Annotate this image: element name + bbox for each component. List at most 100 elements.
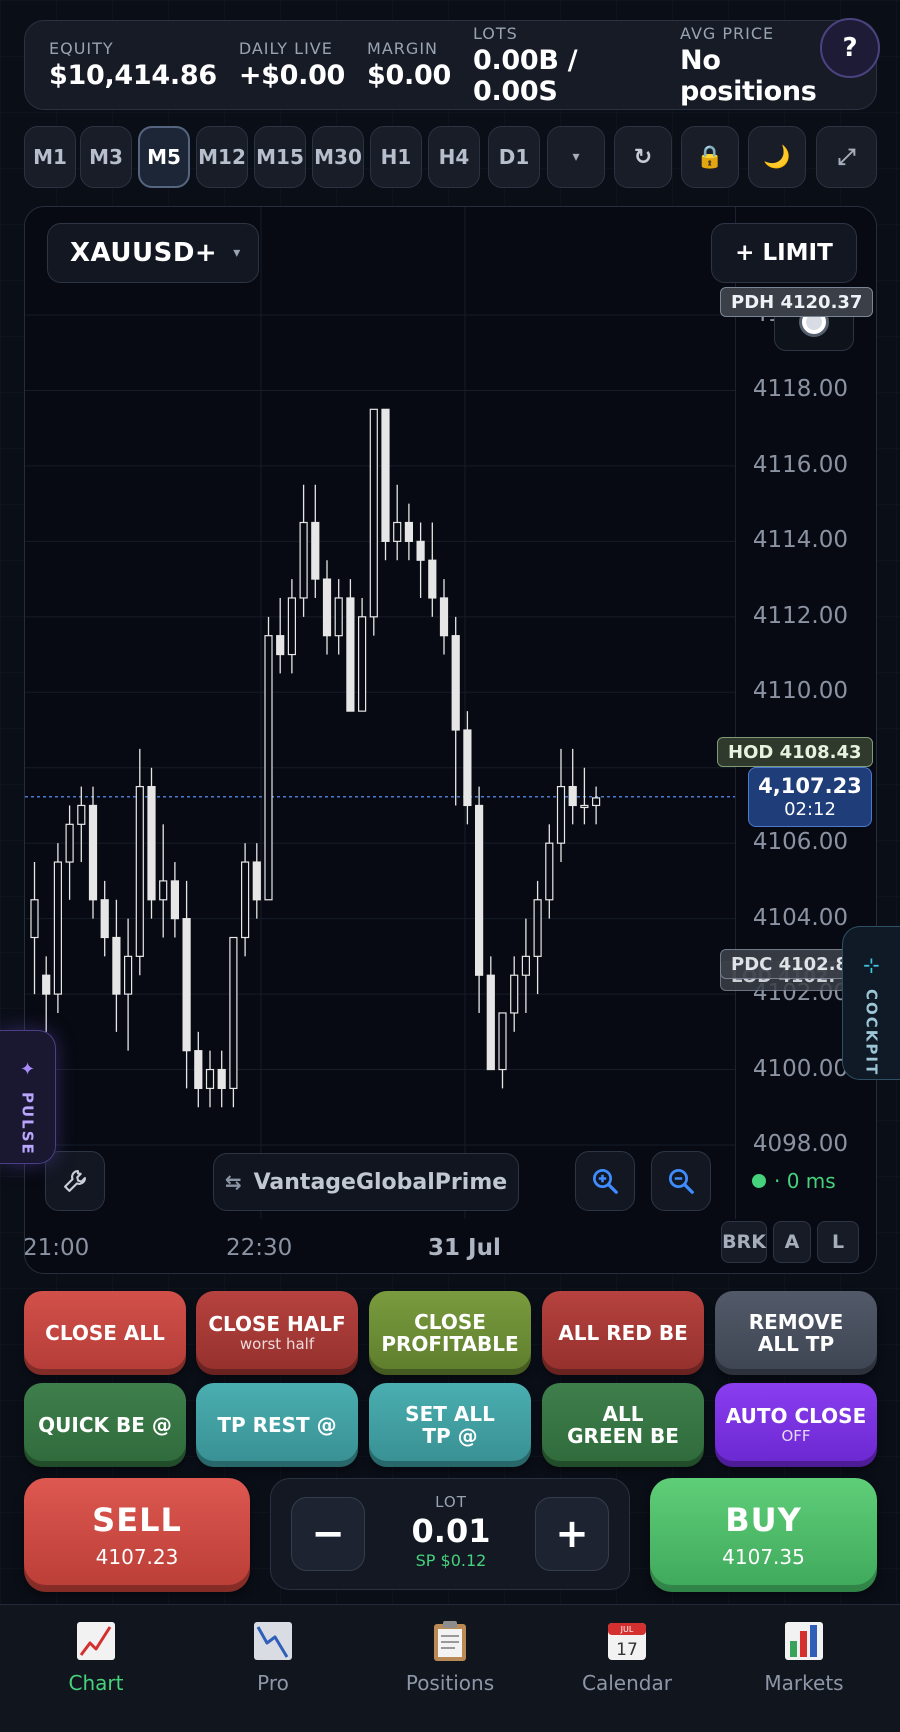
candle-body (322, 578, 332, 637)
timeframe-h1[interactable]: H1 (370, 126, 422, 188)
candlestick-chart[interactable] (25, 207, 735, 1219)
candle (369, 408, 378, 636)
swap-icon: ⇆ (224, 1170, 242, 1194)
auto-close-toggle[interactable]: AUTO CLOSE OFF (715, 1383, 877, 1467)
zoom-in-icon[interactable] (575, 1151, 635, 1211)
calendar-month: JUL (620, 1625, 634, 1634)
nav-calendar[interactable]: JUL 17 Calendar (547, 1619, 707, 1709)
candle-body (545, 842, 554, 901)
buy-label: BUY (725, 1501, 802, 1539)
timeframe-m3[interactable]: M3 (80, 126, 132, 188)
candle-body (591, 797, 601, 807)
nav-positions[interactable]: Positions (370, 1619, 530, 1709)
candle (580, 767, 589, 825)
add-limit-button[interactable]: + LIMIT (711, 223, 857, 283)
daily-live-label: DAILY LIVE (238, 39, 333, 58)
broker-name: VantageGlobalPrime (253, 1169, 508, 1195)
help-button[interactable]: ? (820, 18, 880, 78)
candle-body (252, 861, 261, 901)
tp-rest-button[interactable]: TP REST @ (196, 1383, 358, 1467)
buy-button[interactable]: BUY 4107.35 (650, 1478, 877, 1592)
candle (439, 579, 449, 655)
candle-body (439, 597, 449, 637)
timeframe-h4[interactable]: H4 (428, 126, 480, 188)
pulse-label: PULSE (18, 1092, 37, 1156)
candle (53, 843, 62, 1013)
timeframe-m1[interactable]: M1 (24, 126, 76, 188)
lot-info: LOT 0.01 SP $0.12 (371, 1493, 531, 1570)
timeframe-m30[interactable]: M30 (312, 126, 364, 188)
action-label: SET ALL TP @ (405, 1402, 495, 1448)
pulse-tab[interactable]: ✦ PULSE (0, 1030, 56, 1164)
lot-increase-button[interactable]: + (535, 1497, 609, 1571)
candle (241, 843, 250, 957)
close-half-button[interactable]: CLOSE HALF worst half (196, 1291, 358, 1375)
timeframe-m12[interactable]: M12 (196, 126, 248, 188)
refresh-icon[interactable]: ↻ (614, 126, 672, 188)
candle-body (159, 880, 168, 901)
mode-brk-button[interactable]: BRK (721, 1221, 767, 1263)
candle (100, 880, 109, 957)
cockpit-tab[interactable]: ⊹ COCKPIT (842, 926, 900, 1080)
timeframe-d1[interactable]: D1 (488, 126, 540, 188)
action-label: CLOSE ALL (45, 1321, 165, 1345)
candle (252, 843, 261, 919)
more-timeframes-dropdown[interactable]: ▾ (547, 126, 605, 188)
close-all-button[interactable]: CLOSE ALL (24, 1291, 186, 1375)
lot-value[interactable]: 0.01 (371, 1511, 531, 1551)
candle-body (311, 521, 320, 580)
lock-icon[interactable]: 🔒 (681, 126, 739, 188)
candle-body (568, 785, 577, 807)
lot-decrease-button[interactable]: − (291, 1497, 365, 1571)
sparkle-icon: ✦ (19, 1059, 36, 1080)
candle (451, 616, 460, 806)
candle-body (42, 974, 51, 995)
candle (159, 824, 168, 938)
all-red-be-button[interactable]: ALL RED BE (542, 1291, 704, 1375)
candle-body (533, 899, 542, 957)
candle (77, 786, 86, 863)
close-profitable-button[interactable]: CLOSE PROFITABLE (369, 1291, 531, 1375)
candle-body (498, 1012, 507, 1071)
candle (299, 484, 308, 617)
mode-a-button[interactable]: A (773, 1221, 811, 1263)
candle (486, 956, 495, 1071)
wrench-icon[interactable] (45, 1151, 105, 1211)
expand-icon[interactable]: ⤢ (816, 126, 877, 188)
all-green-be-button[interactable]: ALL GREEN BE (542, 1383, 704, 1467)
candle-body (205, 1068, 215, 1090)
timeframe-m15[interactable]: M15 (254, 126, 306, 188)
nav-pro[interactable]: Pro (193, 1619, 353, 1709)
candle-body (112, 936, 121, 995)
chart-canvas (25, 207, 735, 1219)
zoom-out-icon[interactable] (651, 1151, 711, 1211)
symbol-selector[interactable]: XAUUSD+ ▾ (47, 223, 259, 283)
candle-body (358, 616, 367, 712)
remove-all-tp-button[interactable]: REMOVE ALL TP (715, 1291, 877, 1375)
candle-body (486, 974, 495, 1071)
timeframe-bar: M1 M3 M5 M12 M15 M30 H1 H4 D1 ▾ ↻ 🔒 🌙 ⤢ (24, 126, 877, 190)
cockpit-label: COCKPIT (862, 989, 881, 1077)
mode-l-button[interactable]: L (817, 1221, 859, 1263)
moon-icon[interactable]: 🌙 (748, 126, 806, 188)
broker-selector[interactable]: ⇆ VantageGlobalPrime (213, 1153, 519, 1211)
candle-body (135, 785, 144, 957)
set-all-tp-button[interactable]: SET ALL TP @ (369, 1383, 531, 1467)
nav-chart[interactable]: Chart (16, 1619, 176, 1709)
candle-body (451, 635, 460, 731)
timeframe-m5[interactable]: M5 (138, 126, 190, 188)
candle-body (100, 899, 109, 939)
candle (287, 579, 296, 674)
candle (170, 862, 179, 938)
action-sublabel: worst half (239, 1335, 315, 1353)
bar-chart-icon (785, 1622, 823, 1660)
sell-button[interactable]: SELL 4107.23 (24, 1478, 250, 1592)
wrench-glyph (64, 1170, 86, 1192)
candle (123, 918, 133, 1051)
lots-stat: LOTS 0.00B / 0.00S (473, 24, 658, 107)
candle (42, 956, 51, 1032)
quick-be-button[interactable]: QUICK BE @ (24, 1383, 186, 1467)
candle (556, 748, 566, 863)
candle-countdown: 02:12 (784, 798, 836, 820)
nav-markets[interactable]: Markets (724, 1619, 884, 1709)
